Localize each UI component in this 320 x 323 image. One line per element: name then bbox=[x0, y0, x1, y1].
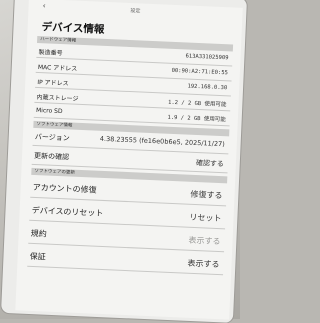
row-value: 192.168.0.30 bbox=[187, 83, 228, 92]
row-label: 更新の確認 bbox=[33, 151, 70, 162]
repair-button[interactable]: 修復する bbox=[190, 189, 222, 201]
check-update-button[interactable]: 確認する bbox=[196, 158, 224, 169]
row-label: アカウントの修復 bbox=[32, 182, 97, 195]
row-value: 4.38.23555 (fe16e0b6e5, 2025/11/27) bbox=[99, 134, 225, 149]
row-value: 1.2 / 2 GB 使用可能 bbox=[167, 99, 227, 109]
row-label: MAC アドレス bbox=[37, 64, 78, 73]
row-label: 規約 bbox=[30, 228, 47, 239]
row-label: 内蔵ストレージ bbox=[36, 93, 79, 103]
row-label: 製造番号 bbox=[38, 49, 63, 58]
reset-button[interactable]: リセット bbox=[189, 212, 221, 224]
row-value: 613A331025909 bbox=[185, 53, 229, 62]
row-value: 1.9 / 2 GB 使用可能 bbox=[167, 114, 226, 124]
row-label: IP アドレス bbox=[37, 78, 69, 88]
row-label: バージョン bbox=[34, 132, 70, 143]
row-label: Micro SD bbox=[35, 106, 63, 116]
device-screen: ‹ 設定 デバイス情報 ハードウェア情報 製造番号 613A331025909 … bbox=[15, 0, 243, 320]
show-terms-button[interactable]: 表示する bbox=[188, 235, 220, 247]
row-value: 00:90:A2:71:E0:55 bbox=[171, 67, 228, 77]
row-label: デバイスのリセット bbox=[31, 205, 104, 218]
show-warranty-button[interactable]: 表示する bbox=[187, 258, 219, 270]
row-label: 保証 bbox=[29, 251, 46, 262]
